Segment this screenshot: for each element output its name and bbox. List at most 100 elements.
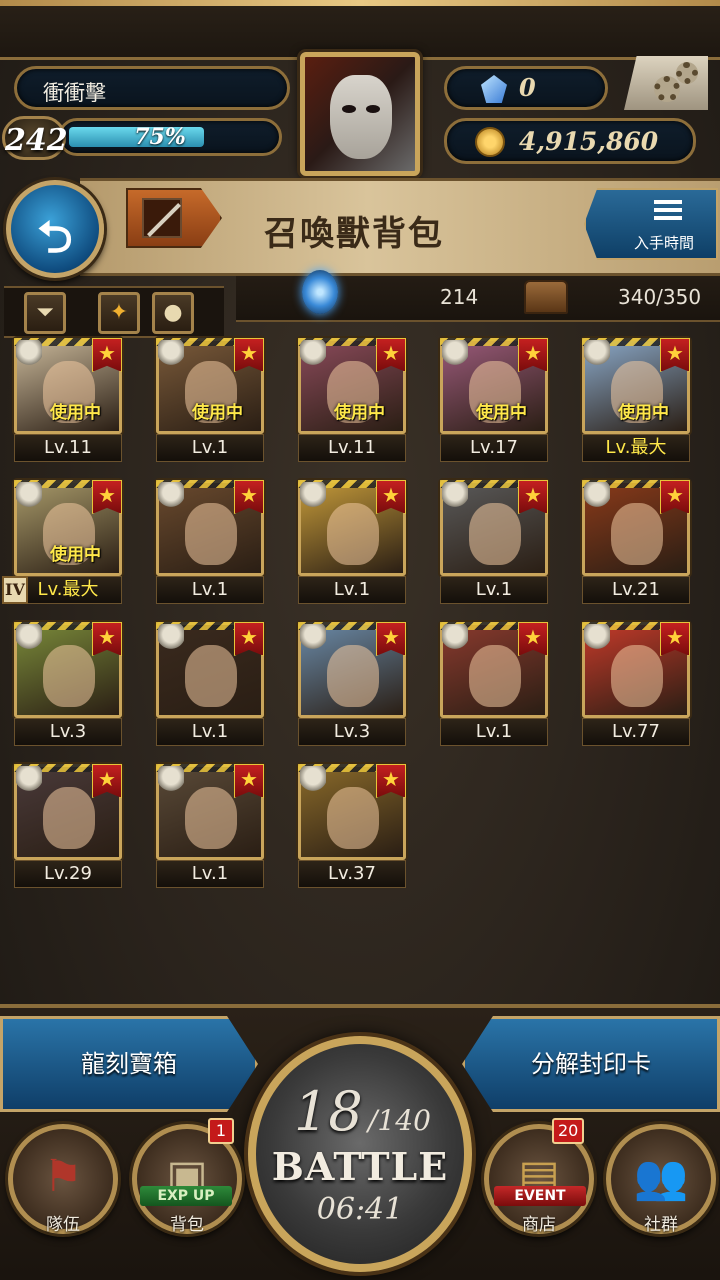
gem-count: 0 (519, 73, 536, 102)
sort-button[interactable]: 入手時間 (584, 188, 718, 260)
gear-icon (654, 76, 680, 102)
people-icon: 👥 (633, 1152, 689, 1203)
race-head-icon (584, 340, 610, 370)
filter-button[interactable]: ⏷ (24, 292, 66, 334)
race-head-icon (16, 340, 42, 370)
back-arrow-icon: ⮌ (37, 212, 73, 263)
page-title: 召喚獸背包 (264, 214, 444, 254)
top-frame (0, 0, 720, 60)
exp-up-tag: EXP UP (140, 1186, 232, 1206)
summon-card[interactable]: Lv.1 (436, 480, 550, 606)
card-level: Lv.37 (298, 860, 406, 888)
funnel-icon: ⏷ (36, 300, 54, 325)
summon-card[interactable]: 使用中 Lv.17 (436, 338, 550, 464)
dragon-chest-button[interactable]: 龍刻寶箱 (0, 1016, 258, 1112)
card-level: Lv.1 (156, 434, 264, 462)
nav-shop-label: 商店 (522, 1215, 556, 1235)
battle-label: BATTLE (271, 1144, 449, 1189)
card-level: Lv.17 (440, 434, 548, 462)
race-filter-button[interactable]: ● (152, 292, 194, 334)
in-use-label: 使用中 (476, 403, 527, 423)
card-level: Lv.1 (440, 718, 548, 746)
summon-card[interactable]: Lv.3 (294, 622, 408, 748)
race-head-icon (158, 624, 184, 654)
card-level: Lv.1 (156, 860, 264, 888)
event-tag: EVENT (494, 1186, 586, 1206)
in-use-label: 使用中 (50, 403, 101, 423)
summon-card[interactable]: Lv.1 (152, 480, 266, 606)
player-avatar[interactable] (300, 52, 420, 176)
summon-card[interactable]: 使用中 Lv.最大IV (2, 480, 124, 606)
race-head-icon (584, 624, 610, 654)
summon-card[interactable]: Lv.21 (578, 480, 692, 606)
settings-button[interactable] (624, 56, 708, 110)
card-level: Lv.1 (156, 576, 264, 604)
back-button[interactable]: ⮌ (6, 180, 104, 278)
card-level: Lv.21 (582, 576, 690, 604)
player-name: 衝衝擊 (43, 81, 106, 105)
summon-card[interactable]: Lv.37 (294, 764, 408, 890)
card-level: Lv.11 (14, 434, 122, 462)
element-filter-button[interactable]: ✦ (98, 292, 140, 334)
in-use-label: 使用中 (334, 403, 385, 423)
summon-card[interactable]: Lv.1 (436, 622, 550, 748)
race-head-icon (442, 340, 468, 370)
card-level: Lv.11 (298, 434, 406, 462)
nav-social-label: 社群 (644, 1215, 678, 1235)
player-level: 242 (2, 116, 68, 160)
race-head-icon (158, 340, 184, 370)
head-icon: ● (163, 300, 183, 325)
gear-icon (676, 62, 698, 84)
card-level: Lv.3 (14, 718, 122, 746)
exp-bar: 75% (58, 118, 282, 156)
chest-icon (524, 280, 568, 314)
stamina-max: /140 (368, 1104, 431, 1137)
summon-card[interactable]: 使用中 Lv.11 (10, 338, 124, 464)
summon-card[interactable]: 使用中 Lv.最大 (578, 338, 692, 464)
battle-button[interactable]: 18 /140 BATTLE 06:41 (248, 1036, 472, 1272)
card-level: Lv.最大 (582, 434, 690, 462)
card-level: Lv.1 (440, 576, 548, 604)
gem-bar[interactable]: 0 (444, 66, 608, 110)
in-use-label: 使用中 (618, 403, 669, 423)
race-head-icon (16, 766, 42, 796)
decompose-button[interactable]: 分解封印卡 (462, 1016, 720, 1112)
sort-label: 入手時間 (634, 234, 695, 252)
race-head-icon (300, 482, 326, 512)
list-icon (654, 200, 682, 220)
nav-bag-label: 背包 (170, 1215, 204, 1235)
summon-card[interactable]: Lv.1 (152, 764, 266, 890)
in-use-label: 使用中 (50, 545, 101, 565)
in-use-label: 使用中 (192, 403, 243, 423)
stamina-timer: 06:41 (316, 1192, 404, 1227)
card-level: Lv.最大 (14, 576, 122, 604)
gem-icon (481, 75, 507, 103)
rank-badge: IV (2, 576, 28, 604)
summon-card[interactable]: 使用中 Lv.11 (294, 338, 408, 464)
summon-card[interactable]: Lv.3 (10, 622, 124, 748)
summon-card[interactable]: Lv.1 (294, 480, 408, 606)
race-head-icon (300, 340, 326, 370)
summon-card[interactable]: Lv.77 (578, 622, 692, 748)
race-head-icon (16, 624, 42, 654)
race-head-icon (16, 482, 42, 512)
card-level: Lv.1 (298, 576, 406, 604)
nav-team-label: 隊伍 (46, 1215, 80, 1235)
shop-badge: 20 (552, 1118, 585, 1144)
player-name-bar[interactable]: 衝衝擊 (14, 66, 290, 110)
avatar-face-icon (330, 75, 392, 159)
race-head-icon (442, 624, 468, 654)
race-head-icon (300, 624, 326, 654)
coin-icon (475, 127, 505, 157)
inventory-capacity: 340/350 (618, 285, 702, 309)
card-level: Lv.29 (14, 860, 122, 888)
card-level: Lv.1 (156, 718, 264, 746)
summon-card[interactable]: Lv.29 (10, 764, 124, 890)
gold-bar: 4,915,860 (444, 118, 696, 164)
element-icon: ✦ (109, 300, 129, 325)
stamina-count: 18 (294, 1080, 363, 1143)
summon-card[interactable]: 使用中 Lv.1 (152, 338, 266, 464)
soul-count: 214 (440, 285, 479, 309)
sword-icon (142, 198, 182, 238)
summon-card[interactable]: Lv.1 (152, 622, 266, 748)
